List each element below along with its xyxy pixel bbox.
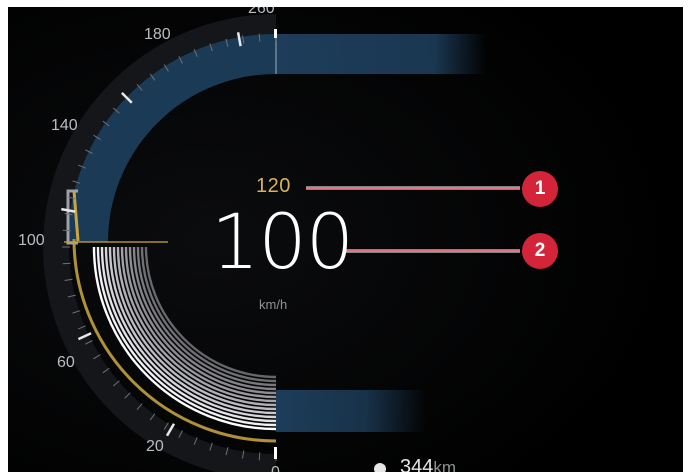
range-readout: 344km <box>400 456 456 472</box>
range-icon <box>374 463 386 472</box>
gauge-tick <box>258 33 261 42</box>
range-value: 344 <box>400 456 434 472</box>
gauge-tick <box>258 452 261 461</box>
tick-label-100: 100 <box>18 232 45 249</box>
current-speed-value: 100 <box>211 197 354 286</box>
callout-marker-2: 2 <box>522 233 558 269</box>
blue-band-bottom-extension <box>276 390 426 432</box>
zero-marker <box>274 447 277 459</box>
speedometer-display: 260 180 140 100 60 20 0 120 100 km/h 1 2… <box>8 7 683 472</box>
tick-label-260: 260 <box>248 7 275 17</box>
screenshot-frame: 260 180 140 100 60 20 0 120 100 km/h 1 2… <box>0 0 688 474</box>
tick-label-20: 20 <box>146 438 164 455</box>
speed-unit: km/h <box>259 297 288 312</box>
tick-label-60: 60 <box>57 354 75 371</box>
tick-label-180: 180 <box>144 26 171 43</box>
tick-label-140: 140 <box>51 117 78 134</box>
gauge-tick <box>62 229 71 232</box>
tick-label-0: 0 <box>271 465 280 473</box>
callout-marker-1: 1 <box>522 171 558 207</box>
blue-band-top-extension <box>276 34 486 74</box>
top-marker <box>274 29 277 38</box>
gauge-tick <box>62 262 71 265</box>
set-speed-value: 120 <box>256 175 291 197</box>
range-unit: km <box>433 458 457 472</box>
